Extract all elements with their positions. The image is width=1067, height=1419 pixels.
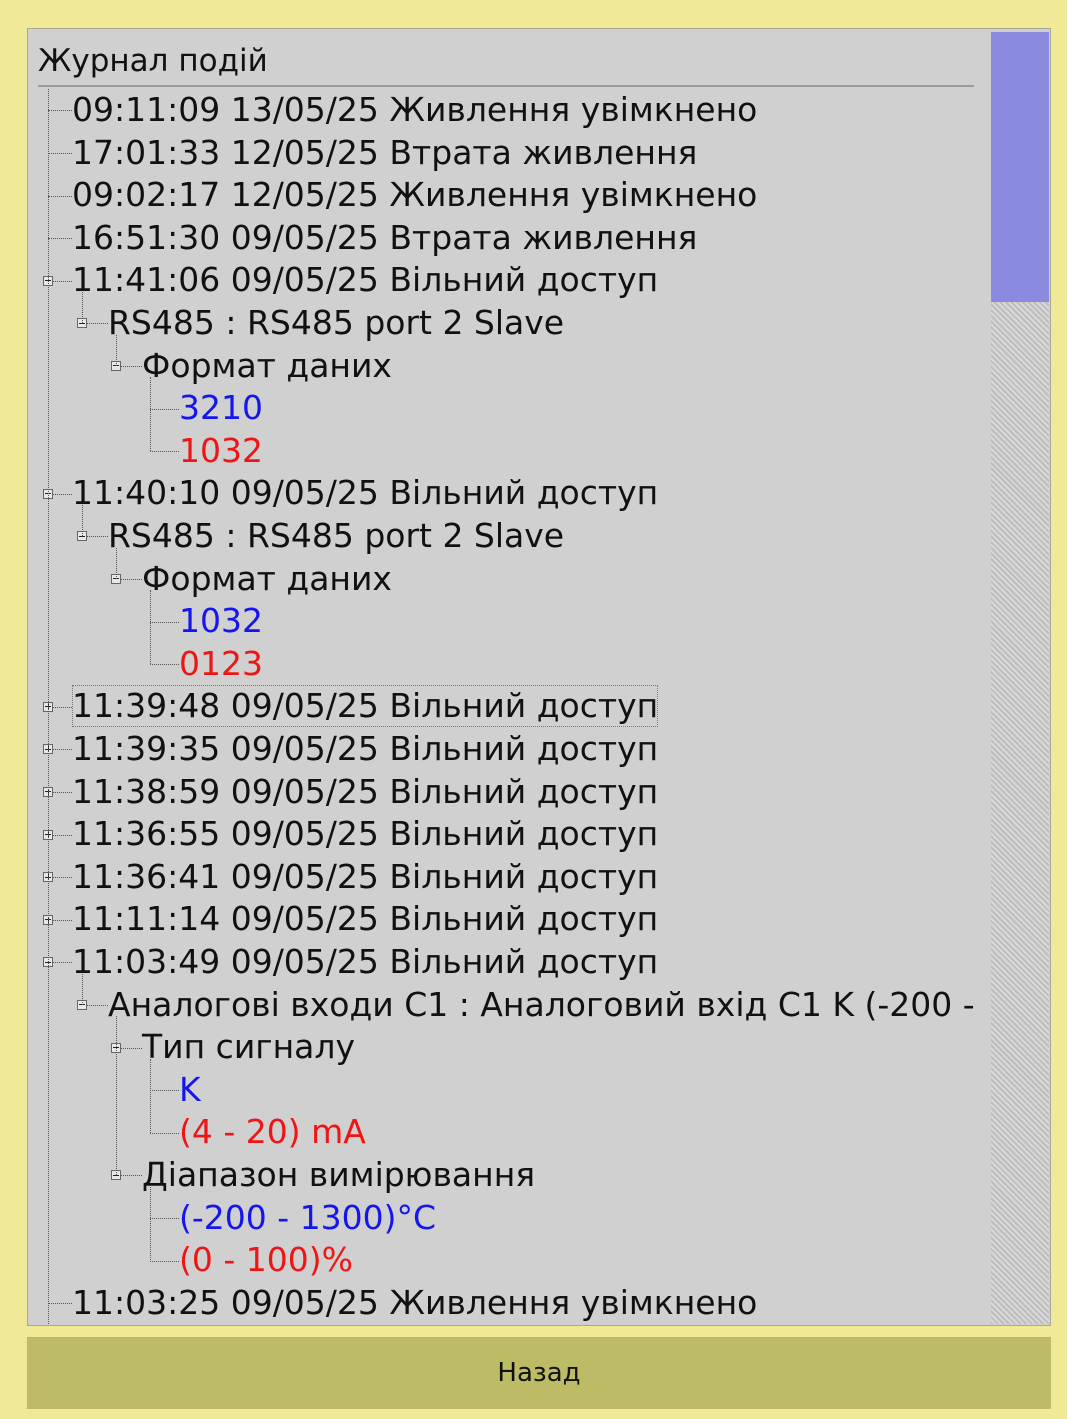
event-row[interactable]: 11:11:14 09/05/25 Вільний доступ [72,898,658,940]
tree-connector [150,1132,179,1134]
event-row[interactable]: 09:11:09 13/05/25 Живлення увімкнено [72,89,757,131]
tree-connector [48,152,72,154]
tree-connector [150,590,151,665]
event-detail-row[interactable]: RS485 : RS485 port 2 Slave [108,515,564,557]
tree-connector [48,238,72,240]
event-detail-row[interactable]: Формат даних [142,345,392,387]
tree-connector [150,664,179,666]
tree-connector [150,377,151,452]
event-row[interactable]: 11:36:55 09/05/25 Вільний доступ [72,813,658,855]
tree-connector [48,110,72,112]
event-row[interactable]: 11:39:48 09/05/25 Вільний доступ [72,685,659,728]
tree-connector [116,1016,117,1176]
event-detail-row[interactable]: Діапазон вимірювання [142,1154,535,1196]
event-row[interactable]: 11:38:59 09/05/25 Вільний доступ [72,771,658,813]
tree-connector [82,505,83,537]
event-row[interactable]: 11:40:10 09/05/25 Вільний доступ [72,472,658,514]
tree-connector [48,89,49,1325]
event-row[interactable]: 11:03:49 09/05/25 Вільний доступ [72,941,658,983]
new-value[interactable]: 1032 [179,600,263,642]
tree-connector [150,621,179,623]
tree-connector [150,1217,179,1219]
tree-connector [150,1186,151,1261]
tree-connector [82,292,83,324]
tree-connector [116,547,117,579]
back-button[interactable]: Назад [27,1337,1051,1409]
tree-connector [150,1090,179,1092]
old-value[interactable]: (4 - 20) mA [179,1111,366,1153]
tree-connector [82,973,83,1005]
tree-connector [150,1260,179,1262]
old-value[interactable]: 1032 [179,430,263,472]
tree-connector [48,1303,72,1305]
event-row[interactable]: 16:51:30 09/05/25 Втрата живлення [72,217,697,259]
scrollbar-thumb[interactable] [991,32,1049,302]
new-value[interactable]: 3210 [179,387,263,429]
event-detail-row[interactable]: Аналогові входи С1 : Аналоговий вхід С1 … [108,984,978,1026]
tree-connector [150,408,179,410]
tree-connector [116,334,117,366]
new-value[interactable]: (-200 - 1300)°C [179,1197,436,1239]
event-detail-row[interactable]: Тип сигналу [142,1026,355,1068]
event-detail-row[interactable]: Формат даних [142,558,392,600]
old-value[interactable]: (0 - 100)% [179,1239,353,1281]
event-detail-row[interactable]: RS485 : RS485 port 2 Slave [108,302,564,344]
old-value[interactable]: 0123 [179,643,263,685]
event-log-panel: Журнал подій 09:11:09 13/05/25 Живлення … [27,28,1051,1326]
event-row[interactable]: 11:41:06 09/05/25 Вільний доступ [72,259,658,301]
event-row[interactable]: 11:36:41 09/05/25 Вільний доступ [72,856,658,898]
new-value[interactable]: K [179,1069,201,1111]
tree-connector [150,451,179,453]
event-row[interactable]: 11:03:25 09/05/25 Живлення увімкнено [72,1282,757,1324]
event-row[interactable]: 17:01:33 12/05/25 Втрата живлення [72,132,697,174]
event-row[interactable]: 09:02:17 12/05/25 Живлення увімкнено [72,174,757,216]
tree-connector [150,1058,151,1133]
event-tree[interactable]: 09:11:09 13/05/25 Живлення увімкнено 17:0… [28,29,988,1325]
tree-connector [48,195,72,197]
event-row[interactable]: 11:39:35 09/05/25 Вільний доступ [72,728,658,770]
